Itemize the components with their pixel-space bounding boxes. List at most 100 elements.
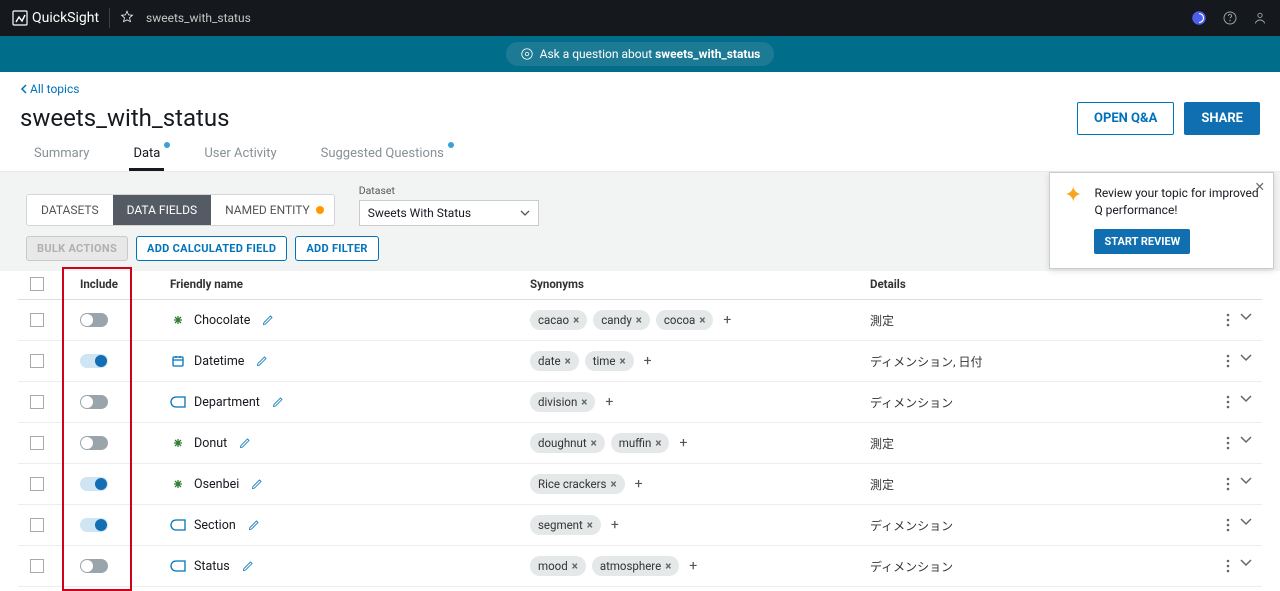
include-toggle[interactable] (80, 354, 108, 368)
assistant-icon[interactable] (1190, 9, 1208, 27)
row-menu-icon[interactable] (1226, 395, 1230, 409)
user-icon[interactable] (1252, 10, 1268, 26)
include-toggle[interactable] (80, 518, 108, 532)
synonym-tag[interactable]: Rice crackers × (530, 474, 625, 494)
synonym-tag[interactable]: cocoa × (656, 310, 714, 330)
row-menu-icon[interactable] (1226, 559, 1230, 573)
synonym-tag[interactable]: segment × (530, 515, 601, 535)
close-icon[interactable]: ✕ (1255, 179, 1265, 195)
add-calculated-field-button[interactable]: ADD CALCULATED FIELD (136, 236, 287, 261)
edit-icon[interactable] (248, 519, 260, 531)
expand-row-icon[interactable] (1240, 518, 1252, 532)
subtab-named-entity[interactable]: NAMED ENTITY (211, 195, 334, 225)
add-synonym-button[interactable]: + (675, 435, 691, 451)
include-toggle[interactable] (80, 395, 108, 409)
synonym-tag[interactable]: division × (530, 392, 595, 412)
edit-icon[interactable] (239, 437, 251, 449)
subtab-datasets[interactable]: DATASETS (27, 195, 113, 225)
subtab-data-fields[interactable]: DATA FIELDS (113, 195, 212, 225)
include-toggle[interactable] (80, 477, 108, 491)
remove-tag-icon[interactable]: × (572, 559, 578, 573)
qa-prefix: Ask a question about (540, 47, 656, 61)
row-checkbox[interactable] (30, 518, 44, 532)
tab-suggested-questions[interactable]: Suggested Questions (317, 138, 448, 171)
help-icon[interactable] (1222, 10, 1238, 26)
remove-tag-icon[interactable]: × (619, 354, 625, 368)
details-text: ディメンション (870, 394, 1182, 411)
add-synonym-button[interactable]: + (640, 353, 656, 369)
synonym-tag[interactable]: mood × (530, 556, 586, 576)
tab-data[interactable]: Data (129, 138, 164, 171)
synonym-tag[interactable]: muffin × (611, 433, 670, 453)
remove-tag-icon[interactable]: × (655, 436, 661, 450)
field-name: Department (194, 395, 260, 410)
edit-icon[interactable] (256, 355, 268, 367)
synonym-tag[interactable]: atmosphere × (592, 556, 679, 576)
col-synonyms: Synonyms (530, 277, 870, 291)
row-checkbox[interactable] (30, 354, 44, 368)
add-synonym-button[interactable]: + (631, 476, 647, 492)
row-menu-icon[interactable] (1226, 313, 1230, 327)
synonym-tag[interactable]: date × (530, 351, 579, 371)
open-qa-button[interactable]: OPEN Q&A (1077, 102, 1174, 135)
remove-tag-icon[interactable]: × (587, 518, 593, 532)
synonym-label: muffin (619, 436, 652, 450)
synonym-tag[interactable]: doughnut × (530, 433, 605, 453)
tab-user-activity[interactable]: User Activity (200, 138, 280, 171)
add-synonym-button[interactable]: + (685, 558, 701, 574)
synonym-label: date (538, 354, 561, 368)
remove-tag-icon[interactable]: × (565, 354, 571, 368)
edit-icon[interactable] (251, 478, 263, 490)
quicksight-logo[interactable]: QuickSight (12, 10, 99, 26)
row-checkbox[interactable] (30, 313, 44, 327)
tab-summary[interactable]: Summary (30, 138, 93, 171)
dataset-select[interactable]: Sweets With Status (359, 200, 539, 226)
add-synonym-button[interactable]: + (719, 312, 735, 328)
field-name: Status (194, 559, 230, 574)
row-checkbox[interactable] (30, 436, 44, 450)
remove-tag-icon[interactable]: × (610, 477, 616, 491)
share-button[interactable]: SHARE (1184, 102, 1260, 135)
remove-tag-icon[interactable]: × (591, 436, 597, 450)
expand-row-icon[interactable] (1240, 477, 1252, 491)
row-checkbox[interactable] (30, 559, 44, 573)
star-icon[interactable] (120, 10, 136, 26)
select-all-checkbox[interactable] (30, 277, 44, 291)
edit-icon[interactable] (242, 560, 254, 572)
expand-row-icon[interactable] (1240, 395, 1252, 409)
expand-row-icon[interactable] (1240, 354, 1252, 368)
add-synonym-button[interactable]: + (601, 394, 617, 410)
edit-icon[interactable] (262, 314, 274, 326)
add-synonym-button[interactable]: + (607, 517, 623, 533)
add-filter-button[interactable]: ADD FILTER (295, 236, 378, 261)
row-menu-icon[interactable] (1226, 477, 1230, 491)
row-menu-icon[interactable] (1226, 518, 1230, 532)
edit-icon[interactable] (272, 396, 284, 408)
include-toggle[interactable] (80, 436, 108, 450)
expand-row-icon[interactable] (1240, 436, 1252, 450)
remove-tag-icon[interactable]: × (573, 313, 579, 327)
remove-tag-icon[interactable]: × (581, 395, 587, 409)
row-checkbox[interactable] (30, 395, 44, 409)
row-menu-icon[interactable] (1226, 354, 1230, 368)
back-link[interactable]: All topics (0, 72, 79, 98)
synonym-label: time (593, 354, 616, 368)
app-name: QuickSight (32, 10, 99, 26)
include-toggle[interactable] (80, 313, 108, 327)
expand-row-icon[interactable] (1240, 559, 1252, 573)
field-type-icon (170, 394, 186, 410)
remove-tag-icon[interactable]: × (636, 313, 642, 327)
details-text: 測定 (870, 476, 1182, 493)
row-menu-icon[interactable] (1226, 436, 1230, 450)
synonym-label: atmosphere (600, 559, 661, 573)
synonym-tag[interactable]: cacao × (530, 310, 587, 330)
remove-tag-icon[interactable]: × (665, 559, 671, 573)
ask-question-pill[interactable]: Ask a question about sweets_with_status (506, 42, 775, 66)
row-checkbox[interactable] (30, 477, 44, 491)
expand-row-icon[interactable] (1240, 313, 1252, 327)
start-review-button[interactable]: START REVIEW (1094, 229, 1190, 254)
remove-tag-icon[interactable]: × (699, 313, 705, 327)
synonym-tag[interactable]: candy × (593, 310, 650, 330)
include-toggle[interactable] (80, 559, 108, 573)
synonym-tag[interactable]: time × (585, 351, 634, 371)
